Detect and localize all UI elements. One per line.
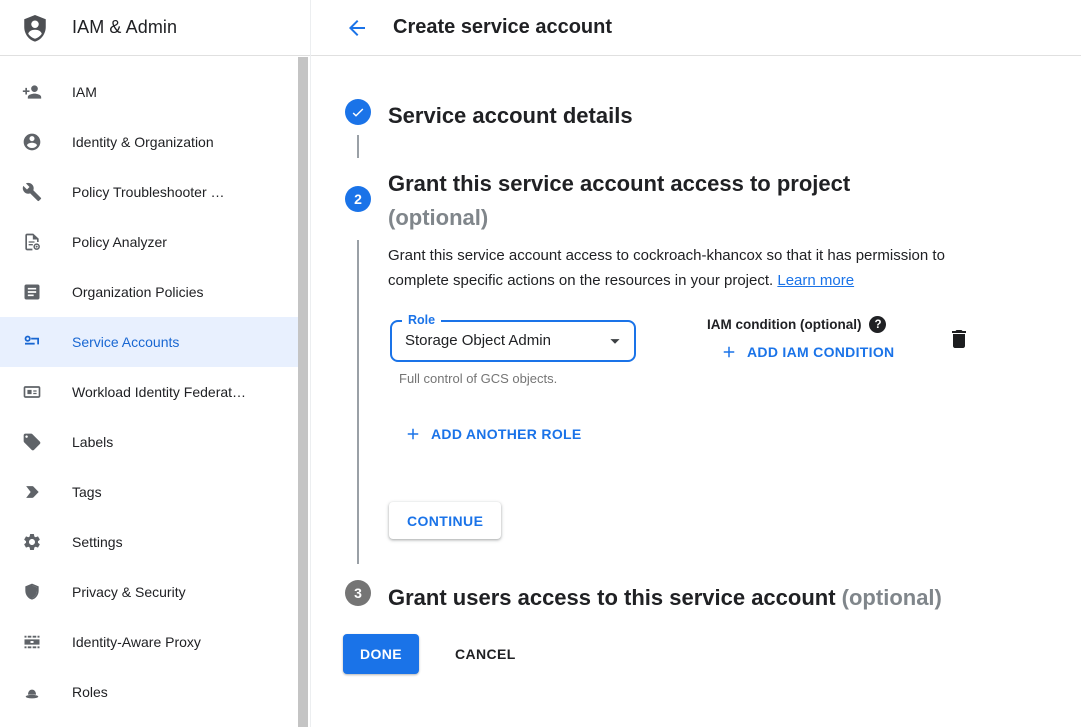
iap-icon	[22, 632, 42, 652]
dropdown-caret-icon	[604, 330, 626, 352]
add-another-role-button[interactable]: ADD ANOTHER ROLE	[404, 425, 582, 443]
role-selected-value: Storage Object Admin	[392, 322, 634, 360]
done-button[interactable]: DONE	[343, 634, 419, 674]
step1-title: Service account details	[388, 99, 633, 133]
step1-complete-indicator	[345, 99, 371, 125]
iam-admin-console: IAM & Admin IAM Identity & Organization …	[0, 0, 1081, 727]
iam-condition-label: IAM condition (optional)	[707, 317, 861, 332]
step3-optional-label: (optional)	[842, 585, 942, 610]
page-header: Create service account	[311, 0, 1081, 56]
sidebar-item-policy-troubleshooter[interactable]: Policy Troubleshooter …	[0, 167, 299, 217]
sidebar-item-iam[interactable]: IAM	[0, 67, 299, 117]
step-connector-line	[357, 240, 359, 564]
page-title: Create service account	[393, 16, 612, 39]
back-arrow-icon	[345, 16, 369, 40]
learn-more-link[interactable]: Learn more	[777, 272, 854, 289]
label-tag-icon	[22, 432, 42, 452]
account-circle-icon	[22, 132, 42, 152]
sidebar: IAM & Admin IAM Identity & Organization …	[0, 0, 311, 727]
main-panel: Create service account Service account d…	[311, 0, 1081, 727]
step3-title: Grant users access to this service accou…	[388, 585, 836, 610]
sidebar-item-privacy-security[interactable]: Privacy & Security	[0, 567, 299, 617]
tag-arrow-icon	[22, 482, 42, 502]
step2-number-indicator: 2	[345, 186, 371, 212]
add-another-role-label: ADD ANOTHER ROLE	[431, 426, 582, 442]
delete-role-button[interactable]	[946, 327, 972, 353]
sidebar-item-label: Organization Policies	[72, 284, 204, 300]
sidebar-item-label: Policy Troubleshooter …	[72, 184, 225, 200]
sidebar-item-labels[interactable]: Labels	[0, 417, 299, 467]
sidebar-item-label: Privacy & Security	[72, 584, 186, 600]
sidebar-item-identity-aware-proxy[interactable]: Identity-Aware Proxy	[0, 617, 299, 667]
role-helper-text: Full control of GCS objects.	[399, 371, 557, 386]
step2-optional-label: (optional)	[388, 205, 488, 230]
product-title: IAM & Admin	[72, 17, 177, 38]
wizard-content: Service account details 2 Grant this ser…	[311, 56, 1081, 727]
sidebar-item-label: Identity-Aware Proxy	[72, 634, 201, 650]
step2-heading: Grant this service account access to pro…	[388, 167, 928, 235]
sidebar-item-label: Tags	[72, 484, 102, 500]
role-field-label: Role	[402, 313, 441, 327]
step2-title: Grant this service account access to pro…	[388, 171, 850, 196]
sidebar-item-tags[interactable]: Tags	[0, 467, 299, 517]
trash-icon	[947, 327, 971, 351]
service-account-icon	[22, 332, 42, 352]
plus-icon	[404, 425, 422, 443]
wrench-icon	[22, 182, 42, 202]
iam-condition-label-row: IAM condition (optional) ?	[707, 316, 886, 333]
document-lines-icon	[22, 282, 42, 302]
sidebar-item-policy-analyzer[interactable]: Policy Analyzer	[0, 217, 299, 267]
step3-heading: Grant users access to this service accou…	[388, 581, 942, 615]
person-add-icon	[22, 82, 42, 102]
shield-icon	[22, 582, 42, 602]
role-select[interactable]: Role Storage Object Admin	[390, 320, 636, 362]
step2-description-text: Grant this service account access to coc…	[388, 247, 945, 289]
policy-analyzer-icon	[22, 232, 42, 252]
cancel-button[interactable]: CANCEL	[443, 634, 528, 674]
sidebar-item-label: IAM	[72, 84, 97, 100]
sidebar-item-label: Service Accounts	[72, 334, 179, 350]
sidebar-item-identity-organization[interactable]: Identity & Organization	[0, 117, 299, 167]
sidebar-item-workload-identity-federation[interactable]: Workload Identity Federat…	[0, 367, 299, 417]
sidebar-item-settings[interactable]: Settings	[0, 517, 299, 567]
sidebar-item-roles[interactable]: Roles	[0, 667, 299, 717]
step3-number: 3	[354, 585, 362, 601]
continue-button[interactable]: CONTINUE	[389, 502, 501, 539]
step-connector-line	[357, 135, 359, 158]
step2-description: Grant this service account access to coc…	[388, 243, 982, 293]
help-icon[interactable]: ?	[869, 316, 886, 333]
add-iam-condition-label: ADD IAM CONDITION	[747, 344, 894, 360]
sidebar-item-label: Workload Identity Federat…	[72, 384, 246, 400]
sidebar-header: IAM & Admin	[0, 0, 310, 56]
step3-number-indicator: 3	[345, 580, 371, 606]
sidebar-item-label: Roles	[72, 684, 108, 700]
sidebar-item-organization-policies[interactable]: Organization Policies	[0, 267, 299, 317]
sidebar-scrollbar[interactable]	[298, 57, 308, 727]
sidebar-nav: IAM Identity & Organization Policy Troub…	[0, 56, 310, 717]
back-button[interactable]	[345, 16, 369, 40]
sidebar-item-label: Settings	[72, 534, 123, 550]
iam-shield-logo-icon	[20, 13, 50, 43]
add-iam-condition-button[interactable]: ADD IAM CONDITION	[720, 343, 894, 361]
sidebar-item-label: Identity & Organization	[72, 134, 214, 150]
step2-number: 2	[354, 191, 362, 207]
sidebar-item-service-accounts[interactable]: Service Accounts	[0, 317, 299, 367]
sidebar-item-label: Labels	[72, 434, 113, 450]
badge-card-icon	[22, 382, 42, 402]
plus-icon	[720, 343, 738, 361]
hat-icon	[22, 682, 42, 702]
gear-icon	[22, 532, 42, 552]
checkmark-icon	[350, 104, 366, 120]
sidebar-item-label: Policy Analyzer	[72, 234, 167, 250]
